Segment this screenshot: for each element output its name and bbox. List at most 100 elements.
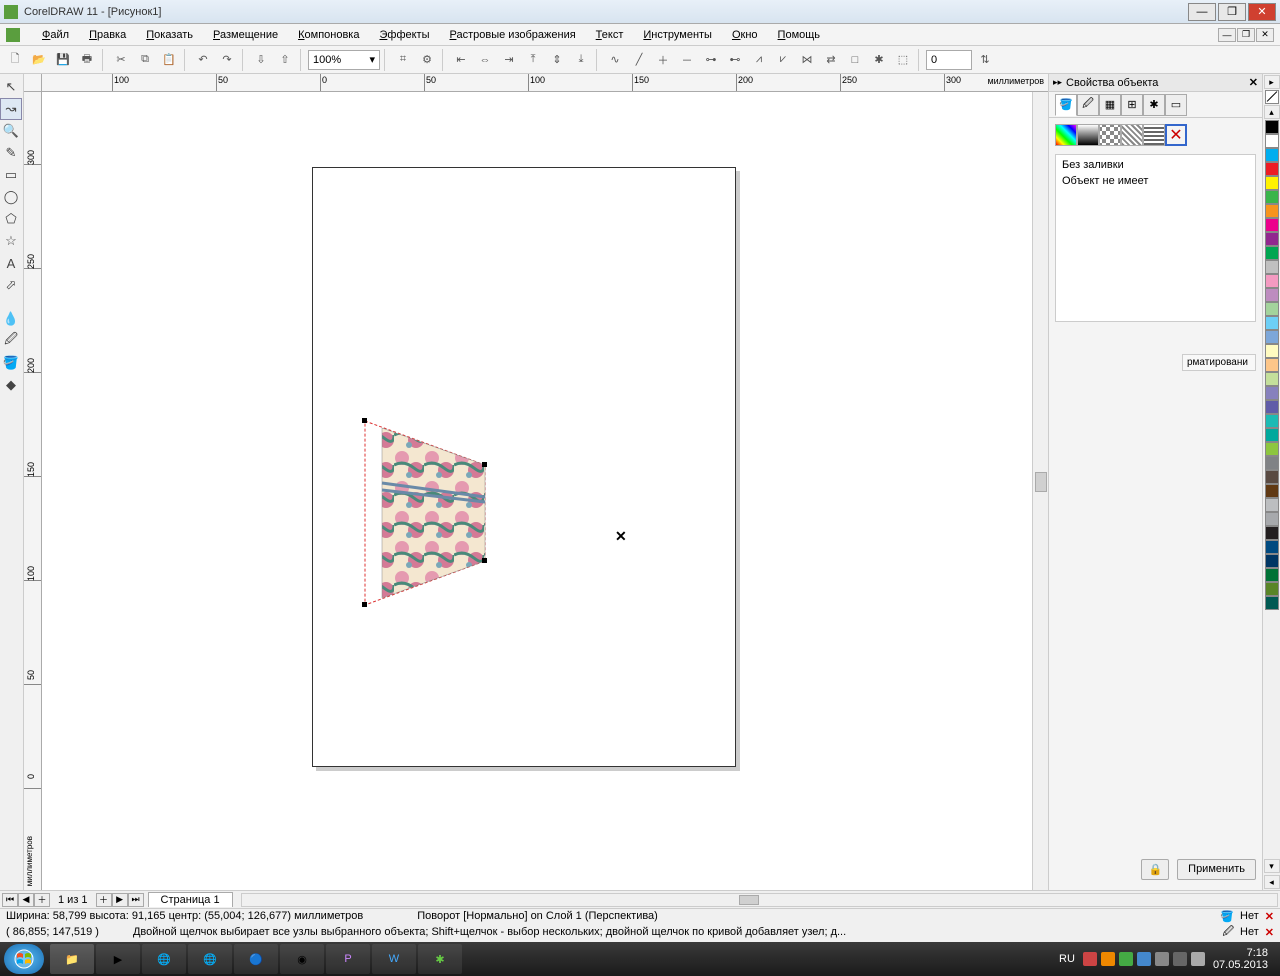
- swatch-22[interactable]: [1265, 428, 1279, 442]
- swatch-10[interactable]: [1265, 260, 1279, 274]
- swatch-2[interactable]: [1265, 148, 1279, 162]
- mdi-restore[interactable]: ❐: [1237, 28, 1255, 42]
- handle-tr[interactable]: [482, 462, 487, 467]
- task-ie[interactable]: 🌐: [142, 944, 186, 974]
- swatch-34[interactable]: [1265, 596, 1279, 610]
- swatch-11[interactable]: [1265, 274, 1279, 288]
- handle-br[interactable]: [482, 558, 487, 563]
- handle-tl[interactable]: [362, 418, 367, 423]
- fill-none[interactable]: [1165, 124, 1187, 146]
- palette-menu-icon[interactable]: ▸: [1264, 75, 1280, 89]
- close-button[interactable]: ✕: [1248, 3, 1276, 21]
- shape-tool[interactable]: ↝: [0, 98, 22, 120]
- tray-icons[interactable]: [1083, 952, 1205, 966]
- tray-power-icon[interactable]: [1173, 952, 1187, 966]
- swatch-25[interactable]: [1265, 470, 1279, 484]
- canvas[interactable]: ✕: [42, 92, 1048, 890]
- smooth-icon[interactable]: ⩗: [772, 49, 794, 71]
- page-last-icon[interactable]: ⏭: [128, 893, 144, 907]
- palette-expand-icon[interactable]: ◂: [1264, 875, 1280, 889]
- node-del-icon[interactable]: －: [676, 49, 698, 71]
- new-icon[interactable]: 🗋: [4, 49, 26, 71]
- tray-icon-3[interactable]: [1119, 952, 1133, 966]
- paste-icon[interactable]: 📋: [158, 49, 180, 71]
- swatch-8[interactable]: [1265, 232, 1279, 246]
- handle-bl[interactable]: [362, 602, 367, 607]
- docker-tab-fill[interactable]: 🪣: [1055, 94, 1077, 116]
- interactive-tool[interactable]: ⬀: [0, 274, 22, 296]
- reverse-icon[interactable]: ⇄: [820, 49, 842, 71]
- fill-postscript[interactable]: [1143, 124, 1165, 146]
- swatch-13[interactable]: [1265, 302, 1279, 316]
- node-join-icon[interactable]: ⊶: [700, 49, 722, 71]
- align-bottom-icon[interactable]: ⤓: [570, 49, 592, 71]
- swatch-7[interactable]: [1265, 218, 1279, 232]
- mdi-close[interactable]: ✕: [1256, 28, 1274, 42]
- zoom-select[interactable]: 100%▾: [308, 50, 380, 70]
- menu-bitmaps[interactable]: Растровые изображения: [440, 27, 586, 43]
- menu-arrange[interactable]: Компоновка: [288, 27, 369, 43]
- tray-lang[interactable]: RU: [1059, 953, 1075, 965]
- freehand-tool[interactable]: ✎: [0, 142, 22, 164]
- swatch-5[interactable]: [1265, 190, 1279, 204]
- undo-icon[interactable]: ↶: [192, 49, 214, 71]
- docker-tab-4[interactable]: ⊞: [1121, 94, 1143, 116]
- minimize-button[interactable]: —: [1188, 3, 1216, 21]
- task-word[interactable]: W: [372, 944, 416, 974]
- swatch-28[interactable]: [1265, 512, 1279, 526]
- swatch-29[interactable]: [1265, 526, 1279, 540]
- page-next-icon[interactable]: ▶: [112, 893, 128, 907]
- align-top-icon[interactable]: ⤒: [522, 49, 544, 71]
- swatch-17[interactable]: [1265, 358, 1279, 372]
- page-prev-icon[interactable]: ◀: [18, 893, 34, 907]
- horizontal-ruler[interactable]: миллиметров 10050050100150200250300: [42, 74, 1048, 92]
- swatch-19[interactable]: [1265, 386, 1279, 400]
- swatch-23[interactable]: [1265, 442, 1279, 456]
- prop-value[interactable]: 0: [926, 50, 972, 70]
- menu-edit[interactable]: Правка: [79, 27, 136, 43]
- maximize-button[interactable]: ❐: [1218, 3, 1246, 21]
- task-corel[interactable]: ✱: [418, 944, 462, 974]
- symm-icon[interactable]: ⋈: [796, 49, 818, 71]
- swatch-18[interactable]: [1265, 372, 1279, 386]
- docker-collapse-icon[interactable]: ▸▸: [1053, 77, 1062, 88]
- swatch-26[interactable]: [1265, 484, 1279, 498]
- task-app1[interactable]: 🔵: [234, 944, 278, 974]
- swatch-16[interactable]: [1265, 344, 1279, 358]
- swatch-20[interactable]: [1265, 400, 1279, 414]
- mdi-minimize[interactable]: —: [1218, 28, 1236, 42]
- menu-text[interactable]: Текст: [586, 27, 634, 43]
- eyedropper-tool[interactable]: 💧: [0, 308, 22, 330]
- ruler-corner[interactable]: [24, 74, 42, 92]
- fill-pattern[interactable]: [1099, 124, 1121, 146]
- menu-tools[interactable]: Инструменты: [633, 27, 722, 43]
- page-tab[interactable]: Страница 1: [148, 892, 233, 907]
- node-break-icon[interactable]: ⊷: [724, 49, 746, 71]
- align-middle-icon[interactable]: ⇕: [546, 49, 568, 71]
- snap-icon[interactable]: ⌗: [392, 49, 414, 71]
- rectangle-tool[interactable]: ▭: [0, 164, 22, 186]
- elastic-icon[interactable]: ✱: [868, 49, 890, 71]
- open-icon[interactable]: 📂: [28, 49, 50, 71]
- swatch-3[interactable]: [1265, 162, 1279, 176]
- swatch-31[interactable]: [1265, 554, 1279, 568]
- redo-icon[interactable]: ↷: [216, 49, 238, 71]
- import-icon[interactable]: ⇩: [250, 49, 272, 71]
- palette-down-icon[interactable]: ▾: [1264, 859, 1280, 873]
- tray-icon-4[interactable]: [1137, 952, 1151, 966]
- menu-effects[interactable]: Эффекты: [369, 27, 439, 43]
- align-left-icon[interactable]: ⇤: [450, 49, 472, 71]
- swatch-nofill[interactable]: [1265, 90, 1279, 104]
- swatch-24[interactable]: [1265, 456, 1279, 470]
- node-add-icon[interactable]: ＋: [652, 49, 674, 71]
- swatch-21[interactable]: [1265, 414, 1279, 428]
- align-right-icon[interactable]: ⇥: [498, 49, 520, 71]
- curve-icon[interactable]: ∿: [604, 49, 626, 71]
- pick-tool[interactable]: ↖: [0, 76, 22, 98]
- menu-help[interactable]: Помощь: [768, 27, 831, 43]
- zoom-tool[interactable]: 🔍: [0, 120, 22, 142]
- line-icon[interactable]: ╱: [628, 49, 650, 71]
- task-wmp[interactable]: ▶: [96, 944, 140, 974]
- print-icon[interactable]: 🖶: [76, 49, 98, 71]
- select-all-icon[interactable]: ⬚: [892, 49, 914, 71]
